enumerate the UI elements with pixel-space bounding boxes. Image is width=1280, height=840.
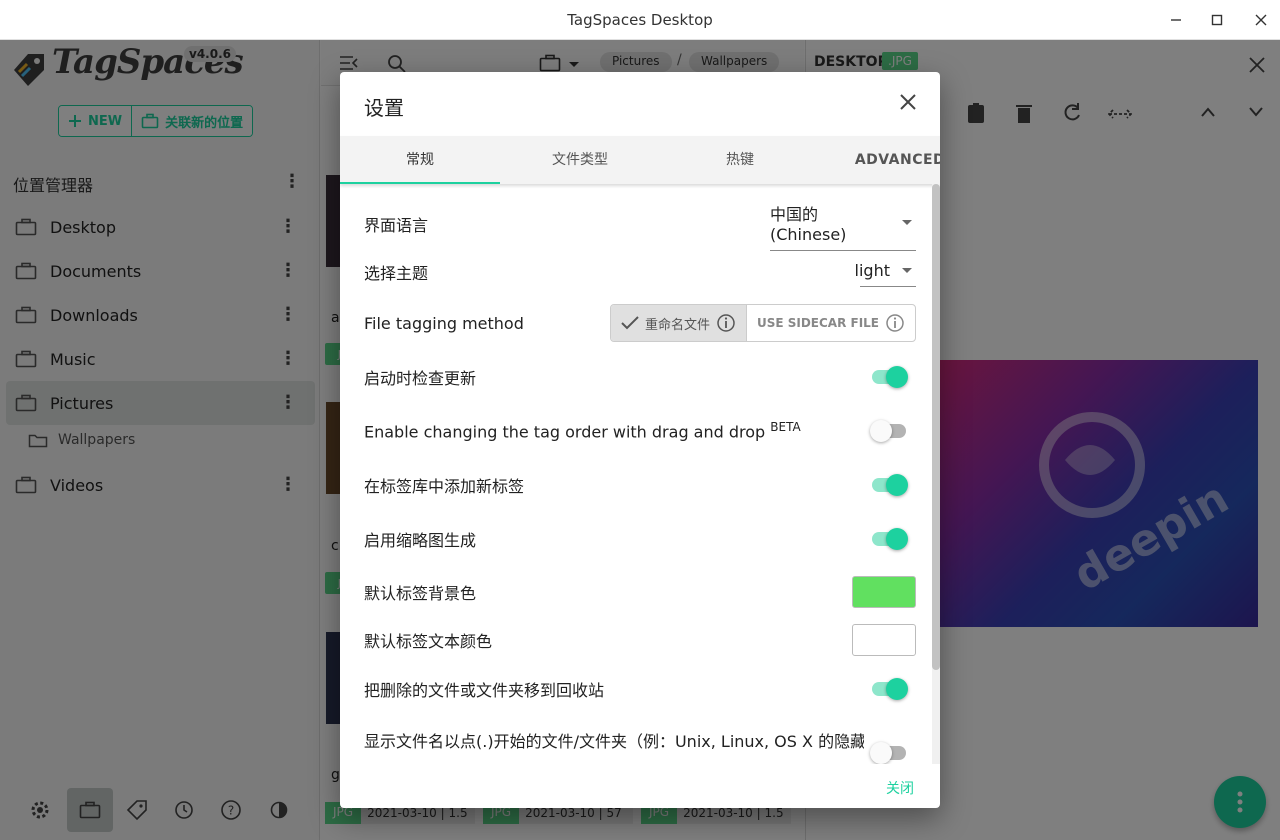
close-icon [900,94,916,110]
settings-content: 界面语言 中国的 (Chinese) 选择主题 light File taggi… [340,184,932,764]
setting-label: 默认标签文本颜色 [364,632,493,651]
trash-toggle[interactable] [870,678,908,700]
add-tags-library-toggle[interactable] [870,474,908,496]
setting-label: 在标签库中添加新标签 [364,477,525,496]
tagging-sidecar-label: USE SIDECAR FILE [756,316,879,330]
settings-scrollbar[interactable] [932,184,940,764]
close-window-button[interactable] [1249,8,1273,32]
minimize-button[interactable] [1164,8,1188,32]
setting-row-theme: 选择主题 light [364,256,916,288]
check-icon [621,316,639,330]
dialog-title: 设置 [364,96,404,120]
setting-row-tag-bg-color: 默认标签背景色 [364,576,916,608]
beta-badge: BETA [770,420,801,435]
setting-row-check-updates: 启动时检查更新 [364,362,916,392]
setting-label: 启动时检查更新 [364,369,477,388]
theme-value: light [854,261,890,280]
tagging-sidecar-option[interactable]: USE SIDECAR FILE [745,305,915,341]
setting-label: 把删除的文件或文件夹移到回收站 [364,681,605,700]
drag-tags-toggle[interactable] [870,420,908,442]
check-updates-toggle[interactable] [870,366,908,388]
tag-text-color-swatch[interactable] [852,624,916,656]
tab-general[interactable]: 常规 [340,136,500,184]
setting-row-thumbnails: 启用缩略图生成 [364,524,916,554]
maximize-icon [1211,14,1223,26]
tab-file-types[interactable]: 文件类型 [500,136,660,184]
dropdown-caret-icon [902,268,912,273]
tagging-method-toggle-group: 重命名文件 USE SIDECAR FILE [609,304,916,342]
language-select[interactable]: 中国的 (Chinese) [770,197,916,251]
settings-dialog: 设置 常规 文件类型 热键 ADVANCED 界面语言 中国的 (Chinese… [340,72,940,808]
maximize-button[interactable] [1205,8,1229,32]
dropdown-caret-icon [902,220,912,225]
setting-label: 显示文件名以点(.)开始的文件/文件夹（例：Unix, Linux, OS X … [364,732,864,751]
minimize-icon [1171,19,1181,21]
setting-row-hidden-files: 显示文件名以点(.)开始的文件/文件夹（例：Unix, Linux, OS X … [364,728,916,764]
setting-label: 默认标签背景色 [364,584,477,603]
setting-row-tag-text-color: 默认标签文本颜色 [364,624,916,656]
setting-row-drag-tags: Enable changing the tag order with drag … [364,416,916,446]
info-icon [886,314,904,332]
setting-row-language: 界面语言 中国的 (Chinese) [364,205,916,251]
tagging-rename-option[interactable]: 重命名文件 [610,305,746,341]
close-icon [1255,14,1267,26]
setting-label: 启用缩略图生成 [364,531,477,550]
window-title: TagSpaces Desktop [567,11,713,29]
app-body: TagSpaces v4.0.6 NEW 关联新的位置 位置管理器 ⋮ Desk… [0,40,1280,840]
dialog-close-text-button[interactable]: 关闭 [886,778,914,798]
tagging-rename-label: 重命名文件 [644,317,710,333]
window-titlebar: TagSpaces Desktop [0,0,1280,40]
theme-select[interactable]: light [855,257,916,287]
hidden-files-toggle[interactable] [870,742,908,764]
thumbnails-toggle[interactable] [870,528,908,550]
setting-row-add-tags-library: 在标签库中添加新标签 [364,470,916,500]
setting-label: 选择主题 [364,264,429,283]
tab-advanced[interactable]: ADVANCED [820,136,940,184]
settings-tabs: 常规 文件类型 热键 ADVANCED [340,136,940,184]
setting-label: Enable changing the tag order with drag … [364,420,801,441]
tab-hotkeys[interactable]: 热键 [660,136,820,184]
dialog-close-button[interactable] [896,90,920,114]
drag-tags-label: Enable changing the tag order with drag … [364,422,766,442]
setting-label: 界面语言 [364,216,429,235]
setting-label: File tagging method [364,313,524,333]
setting-row-trash: 把删除的文件或文件夹移到回收站 [364,674,916,704]
setting-row-tagging-method: File tagging method 重命名文件 USE SIDECAR FI… [364,304,916,342]
language-value: 中国的 (Chinese) [770,205,847,244]
info-icon [717,314,735,332]
scrollbar-thumb[interactable] [932,184,940,670]
tag-bg-color-swatch[interactable] [852,576,916,608]
